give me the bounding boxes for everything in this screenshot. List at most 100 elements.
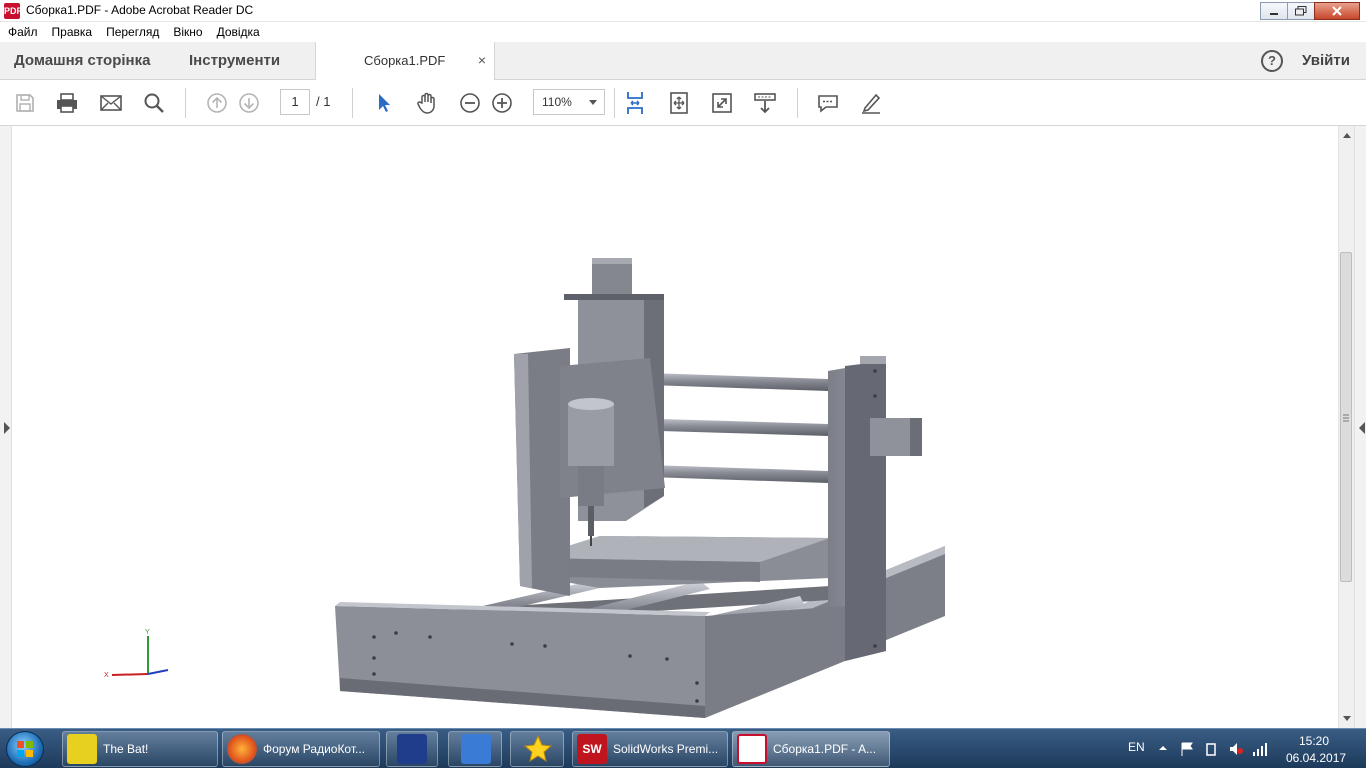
maximize-button[interactable]	[1287, 2, 1315, 20]
star-icon	[523, 734, 553, 763]
full-screen-button[interactable]	[709, 90, 735, 116]
taskbar-item-firefox[interactable]: Форум РадиоКот...	[222, 731, 380, 767]
bat-icon	[67, 734, 97, 764]
taskbar-item-network-app[interactable]	[448, 731, 502, 767]
scroll-mode-icon	[627, 92, 643, 114]
tray-expand-icon[interactable]	[1158, 743, 1168, 753]
taskbar-item-thebat[interactable]: The Bat!	[62, 731, 218, 767]
arrow-up-circle-icon	[207, 93, 227, 113]
menu-window[interactable]: Вікно	[173, 25, 202, 39]
search-icon	[144, 93, 164, 113]
taskbar-item-solidworks[interactable]: SW SolidWorks Premi...	[572, 731, 728, 767]
pen-icon	[862, 93, 881, 114]
chevron-left-icon	[1359, 422, 1365, 434]
next-page-button[interactable]	[236, 90, 262, 116]
hand-tool-button[interactable]	[414, 90, 440, 116]
envelope-icon	[100, 95, 122, 111]
page-total: / 1	[316, 94, 331, 109]
usb-device-icon[interactable]	[1204, 741, 1218, 757]
zoom-select[interactable]: 110%	[533, 89, 605, 115]
expand-icon	[712, 93, 732, 113]
axis-y-label: Y	[145, 629, 150, 636]
cursor-arrow-icon	[379, 94, 390, 112]
solidworks-icon: SW	[577, 734, 607, 764]
plus-circle-icon	[492, 93, 512, 113]
tab-bar: Домашня сторінка Інструменти Сборка1.PDF…	[0, 42, 1366, 80]
main-toolbar	[0, 80, 1366, 126]
grip-icon	[1343, 414, 1349, 422]
highlight-button[interactable]	[858, 90, 884, 116]
window-title: Сборка1.PDF - Adobe Acrobat Reader DC	[26, 3, 254, 17]
volume-muted-icon[interactable]	[1228, 741, 1244, 757]
menu-file[interactable]: Файл	[8, 25, 38, 39]
chevron-right-icon	[4, 422, 10, 434]
windows-logo-icon	[17, 741, 33, 757]
left-pane-toggle[interactable]	[0, 126, 12, 728]
menu-bar: Файл Правка Перегляд Вікно Довідка	[0, 22, 1366, 42]
start-button[interactable]	[6, 731, 44, 767]
network-signal-icon[interactable]	[1252, 741, 1268, 757]
email-button[interactable]	[98, 90, 124, 116]
close-icon	[1332, 6, 1342, 16]
search-button[interactable]	[141, 90, 167, 116]
taskbar-item-label: SolidWorks Premi...	[613, 742, 719, 756]
print-button[interactable]	[54, 90, 80, 116]
arrow-down-circle-icon	[239, 93, 259, 113]
toolbar-divider	[352, 88, 353, 118]
minimize-icon	[1270, 13, 1278, 15]
read-mode-button[interactable]	[752, 90, 778, 116]
window-controls	[1260, 2, 1360, 20]
zoom-value: 110%	[542, 95, 572, 109]
cnc-machine-drawing: Y X	[104, 258, 945, 718]
previous-page-button[interactable]	[204, 90, 230, 116]
tab-document[interactable]: Сборка1.PDF ×	[315, 42, 495, 80]
zoom-in-button[interactable]	[489, 90, 515, 116]
toolbar-divider	[185, 88, 186, 118]
comment-button[interactable]	[815, 90, 841, 116]
zoom-out-button[interactable]	[457, 90, 483, 116]
language-indicator[interactable]: EN	[1128, 740, 1145, 754]
taskbar: The Bat! Форум РадиоКот... SW SolidWorks…	[0, 728, 1366, 768]
menu-view[interactable]: Перегляд	[106, 25, 159, 39]
document-view[interactable]: Y X	[0, 126, 1366, 728]
fit-page-button[interactable]	[666, 90, 692, 116]
action-center-flag-icon[interactable]	[1180, 741, 1194, 757]
floppy-icon	[397, 734, 427, 764]
right-pane-toggle[interactable]	[1354, 126, 1366, 728]
scrollbar-thumb[interactable]	[1340, 252, 1352, 582]
page-number-input[interactable]: 1	[280, 89, 310, 115]
pdf-icon	[737, 734, 767, 764]
comment-bubble-icon	[818, 95, 838, 113]
sign-in-button[interactable]: Увійти	[1302, 52, 1350, 69]
window-titlebar: PDF Сборка1.PDF - Adobe Acrobat Reader D…	[0, 0, 1366, 22]
close-window-button[interactable]	[1314, 2, 1360, 20]
read-mode-icon	[754, 93, 776, 114]
taskbar-item-label: Сборка1.PDF - A...	[773, 742, 877, 756]
toolbar-divider	[614, 88, 615, 118]
clock-date[interactable]: 06.04.2017	[1286, 751, 1346, 765]
taskbar-item-star-app[interactable]	[510, 731, 564, 767]
toolbar-divider	[797, 88, 798, 118]
menu-edit[interactable]: Правка	[52, 25, 93, 39]
menu-help[interactable]: Довідка	[217, 25, 260, 39]
save-button[interactable]	[12, 90, 38, 116]
restore-icon	[1295, 6, 1307, 16]
chevron-down-icon	[1343, 716, 1351, 721]
close-tab-button[interactable]: ×	[478, 52, 486, 68]
help-button[interactable]: ?	[1261, 50, 1283, 72]
clock-time[interactable]: 15:20	[1299, 734, 1329, 748]
save-icon	[16, 94, 34, 112]
select-tool-button[interactable]	[371, 90, 397, 116]
chevron-down-icon	[589, 100, 597, 105]
taskbar-item-acrobat[interactable]: Сборка1.PDF - A...	[732, 731, 890, 767]
hand-icon	[417, 92, 435, 114]
firefox-icon	[227, 734, 257, 764]
tab-home[interactable]: Домашня сторінка	[14, 52, 150, 69]
minimize-button[interactable]	[1260, 2, 1288, 20]
tab-tools[interactable]: Інструменти	[189, 52, 280, 69]
fit-width-scroll-button[interactable]	[622, 90, 648, 116]
chevron-up-icon	[1343, 133, 1351, 138]
acrobat-app-icon: PDF	[4, 3, 22, 19]
taskbar-item-save-app[interactable]	[386, 731, 438, 767]
computer-icon	[461, 734, 491, 764]
